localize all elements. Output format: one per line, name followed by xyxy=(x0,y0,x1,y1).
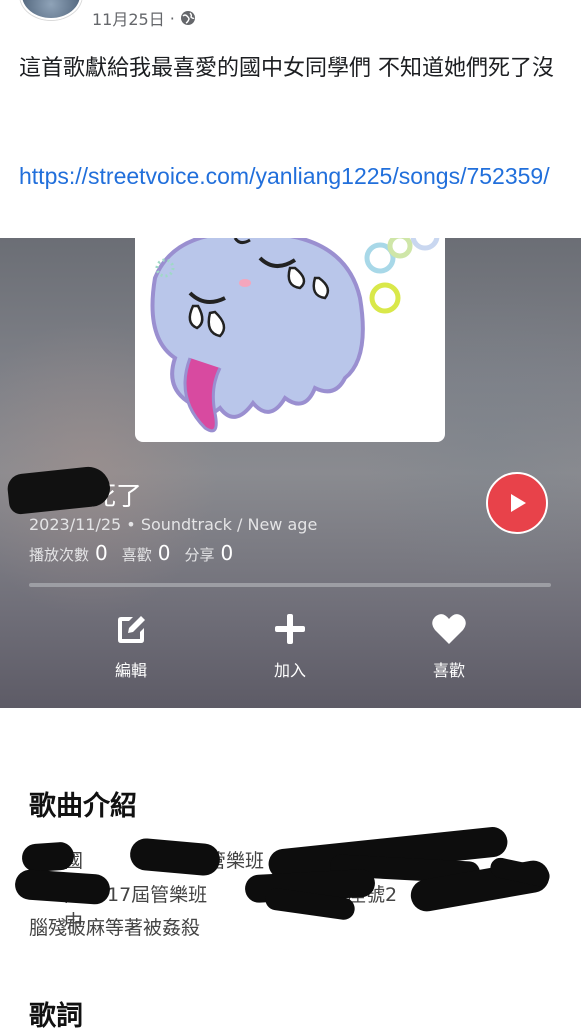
album-art xyxy=(135,238,445,442)
description-line-3: 腦殘破麻等著被姦殺 xyxy=(29,917,201,939)
lyrics-heading: 歌詞 xyxy=(29,1001,83,1032)
edit-button[interactable]: 編輯 xyxy=(81,611,181,681)
post-date[interactable]: 11月25日 xyxy=(92,6,165,30)
heart-icon xyxy=(432,614,466,644)
description-heading: 歌曲介紹 xyxy=(29,791,137,822)
post-link[interactable]: https://streetvoice.com/yanliang1225/son… xyxy=(19,160,569,193)
likes-label: 喜歡 xyxy=(121,546,152,564)
globe-icon xyxy=(180,11,195,25)
plays-count: 0 xyxy=(95,541,108,565)
desc-fragment: 17屆管樂班 xyxy=(107,884,208,906)
edit-icon xyxy=(118,616,145,643)
likes-count: 0 xyxy=(157,541,171,565)
play-icon xyxy=(511,494,526,512)
shares-label: 分享 xyxy=(184,546,215,564)
song-stats: 播放次數 0 喜歡 0 分享 0 xyxy=(29,541,241,565)
meta-separator: · xyxy=(169,8,175,28)
edit-label: 編輯 xyxy=(114,661,147,680)
redaction-mark xyxy=(21,841,75,873)
plays-label: 播放次數 xyxy=(29,546,90,564)
avatar[interactable] xyxy=(20,0,82,20)
post-text: 這首歌獻給我最喜愛的國中女同學們 不知道她們死了沒 xyxy=(19,56,554,81)
add-button[interactable]: 加入 xyxy=(240,611,340,681)
like-label: 喜歡 xyxy=(432,661,465,680)
play-button[interactable] xyxy=(486,472,548,534)
shares-count: 0 xyxy=(220,541,234,565)
add-label: 加入 xyxy=(273,661,306,680)
redaction-mark xyxy=(128,837,222,877)
like-button[interactable]: 喜歡 xyxy=(399,611,499,681)
progress-bar[interactable] xyxy=(29,583,551,587)
post-meta: 11月25日 · xyxy=(92,6,196,30)
song-card[interactable]: 死了 2023/11/25 • Soundtrack / New age 播放次… xyxy=(0,238,581,708)
song-meta: 2023/11/25 • Soundtrack / New age xyxy=(29,515,318,534)
plus-icon xyxy=(275,614,305,644)
ghost-illustration xyxy=(150,238,440,433)
redaction-mark xyxy=(14,868,111,906)
